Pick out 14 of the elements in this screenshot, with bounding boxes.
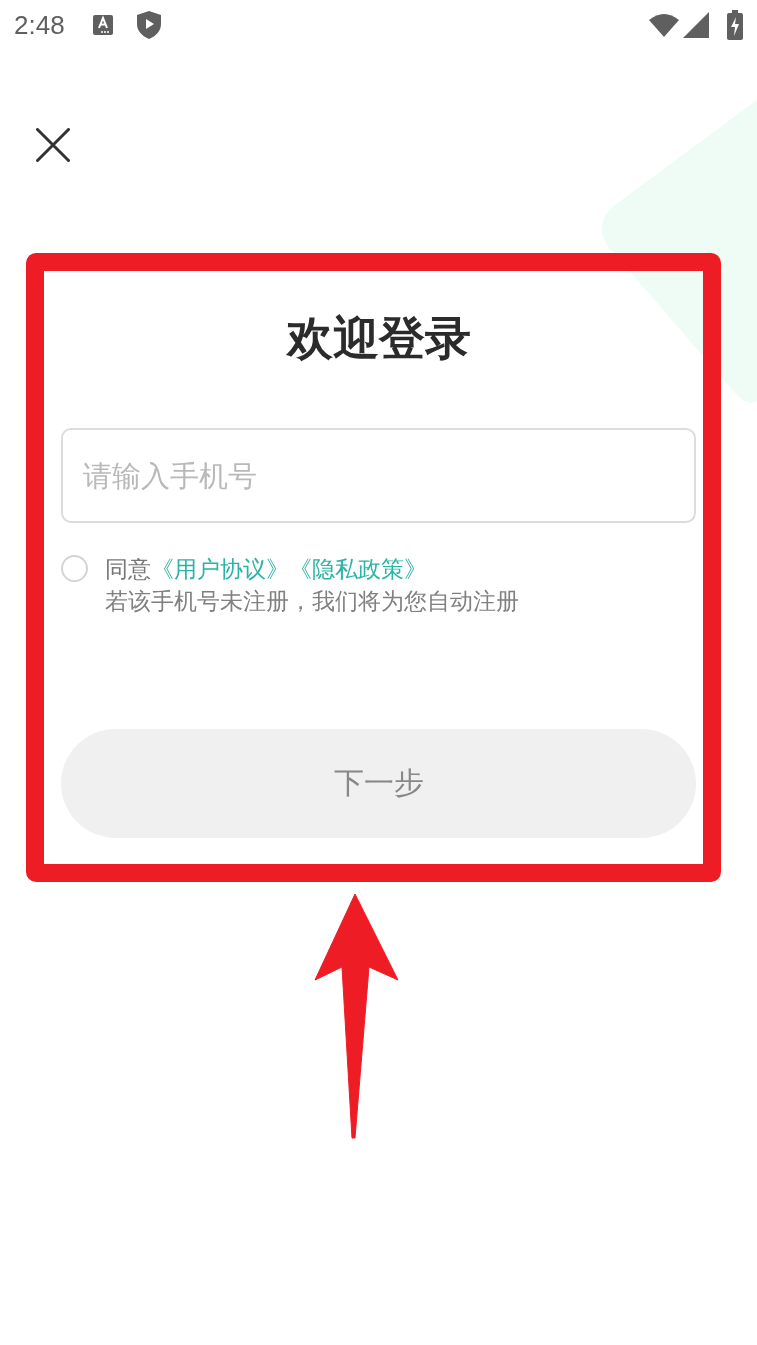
wifi-icon (649, 13, 679, 37)
status-time: 2:48 (14, 9, 65, 41)
agree-radio-button[interactable] (61, 555, 88, 582)
shield-play-icon (136, 11, 161, 39)
phone-input-field[interactable]: 请输入手机号 (61, 428, 696, 523)
auto-register-note: 若该手机号未注册，我们将为您自动注册 (105, 587, 519, 616)
signal-icon (683, 12, 709, 38)
login-title: 欢迎登录 (286, 311, 471, 365)
battery-charging-icon (727, 10, 743, 40)
policy-link[interactable]: 《用户协议》 (151, 556, 289, 582)
policy-link[interactable]: 《隐私政策》 (289, 556, 427, 582)
keyboard-a-icon (92, 15, 113, 35)
agreement-text: 同意《用户协议》《隐私政策》 (105, 555, 428, 584)
close-icon[interactable] (36, 128, 70, 162)
